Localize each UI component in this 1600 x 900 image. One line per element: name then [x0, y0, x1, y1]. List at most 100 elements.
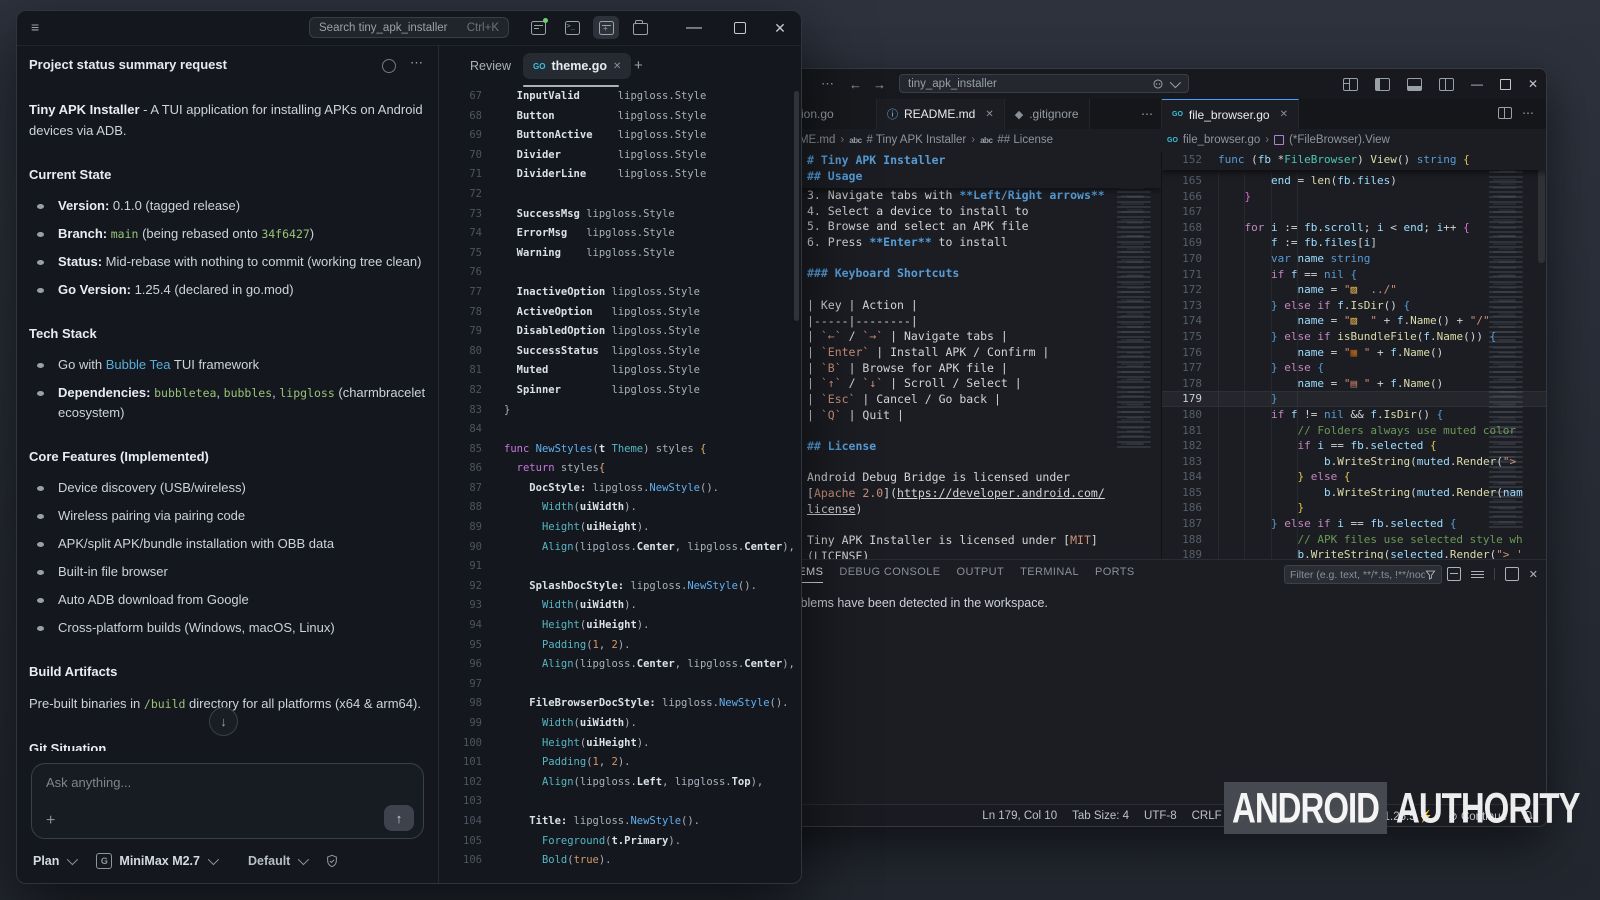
minimize-button[interactable]: —: [1471, 77, 1483, 91]
maximize-button[interactable]: [725, 11, 755, 45]
terminal-icon[interactable]: [559, 16, 585, 39]
tab-close-icon[interactable]: ✕: [985, 109, 993, 120]
tab-file-browser-go[interactable]: GO file_browser.go ✕: [1162, 99, 1299, 129]
chevron-down-icon[interactable]: [1170, 76, 1181, 87]
send-button[interactable]: ↑: [384, 805, 414, 831]
status-spinner-icon: [382, 59, 396, 73]
assistant-window: ≡ Search tiny_apk_installer Ctrl+K — ✕ P…: [16, 10, 802, 884]
close-button[interactable]: ✕: [765, 11, 795, 45]
line-number: 71: [438, 165, 482, 185]
chat-header: Project status summary request ⋯: [17, 45, 438, 83]
search-shortcut: Ctrl+K: [467, 22, 499, 34]
code-line: 78 ActiveOption lipgloss.Style: [438, 303, 801, 323]
right-tab-group: GO file_browser.go ✕: [1161, 99, 1299, 129]
chat-pane: Project status summary request ⋯ Tiny AP…: [17, 45, 439, 883]
readme-line: | `Enter` | Install APK / Confirm |: [807, 345, 1161, 361]
status-item[interactable]: UTF-8: [1144, 810, 1177, 822]
line-number: 152: [1162, 152, 1202, 168]
tab--gitignore[interactable]: ◆.gitignore: [1005, 99, 1090, 129]
status-item[interactable]: CRLF: [1192, 810, 1222, 822]
maximize-panel-icon[interactable]: [1505, 567, 1519, 581]
shield-icon[interactable]: [325, 854, 339, 868]
crumb-separator: ›: [840, 134, 844, 146]
code-line: 74 ErrorMsg lipgloss.Style: [438, 224, 801, 244]
line-number: 80: [438, 342, 482, 362]
minimize-button[interactable]: —: [679, 11, 709, 45]
new-tab-button[interactable]: +: [634, 57, 643, 74]
copilot-icon[interactable]: [1152, 78, 1164, 90]
tab-theme-go[interactable]: GO theme.go ✕: [523, 53, 631, 79]
model-select[interactable]: MiniMax M2.7: [119, 854, 200, 868]
chat-list-item: Status: Mid-rebase with nothing to commi…: [31, 252, 426, 272]
filter-placeholder: Filter (e.g. text, **/*.ts, !**/nod...: [1290, 569, 1425, 581]
line-number: 87: [438, 479, 482, 499]
maximize-button[interactable]: [1500, 79, 1511, 90]
source-control-icon[interactable]: [525, 16, 551, 39]
line-number: 73: [438, 205, 482, 225]
bullet-icon: [37, 570, 44, 575]
search-input[interactable]: Search tiny_apk_installer Ctrl+K: [309, 17, 509, 38]
gofile-minimap[interactable]: [1487, 151, 1529, 531]
chat-menu-icon[interactable]: ⋯: [410, 55, 424, 71]
toggle-sidebar-icon[interactable]: [1375, 78, 1390, 91]
problems-filter-input[interactable]: Filter (e.g. text, **/*.ts, !**/nod...: [1284, 565, 1442, 584]
mode-select[interactable]: Plan: [33, 854, 59, 868]
folder-icon[interactable]: [627, 16, 653, 39]
collapse-all-icon[interactable]: [1471, 571, 1484, 578]
menu-ellipsis-icon[interactable]: ⋯: [821, 76, 834, 92]
chat-footer: Plan G MiniMax M2.7 Default: [33, 849, 424, 873]
line-number: 184: [1162, 469, 1202, 485]
gofile-editor[interactable]: 152func (fb *FileBrowser) View() string …: [1161, 151, 1546, 559]
breadcrumb-right[interactable]: GO file_browser.go › (*FileBrowser).View: [1167, 134, 1390, 146]
hamburger-menu-icon[interactable]: ≡: [31, 19, 39, 35]
readme-line: [807, 517, 1161, 533]
close-panel-icon[interactable]: ✕: [1529, 568, 1538, 581]
panel-tab-ports[interactable]: PORTS: [1095, 566, 1135, 583]
editor-area: # Tiny APK Installer## Usage 3. Navigate…: [749, 151, 1546, 559]
toggle-secondary-sidebar-icon[interactable]: [1439, 78, 1454, 91]
tab-close-icon[interactable]: ✕: [1280, 109, 1288, 120]
toggle-panel-icon[interactable]: [1407, 78, 1422, 91]
forward-icon[interactable]: →: [873, 77, 886, 92]
panel-tab-output[interactable]: OUTPUT: [957, 566, 1005, 583]
panel-tab-terminal[interactable]: TERMINAL: [1020, 566, 1079, 583]
tab-readme-md[interactable]: ⓘREADME.md✕: [877, 99, 1005, 129]
back-icon[interactable]: ←: [849, 77, 862, 92]
chat-input[interactable]: Ask anything... + ↑: [31, 763, 424, 839]
view-as-table-icon[interactable]: [1447, 567, 1461, 581]
assistant-editor-scrollbar[interactable]: [794, 91, 799, 321]
panel-tab-debug-console[interactable]: DEBUG CONSOLE: [839, 566, 940, 583]
editor-actions-icon[interactable]: ⋯: [1522, 106, 1534, 120]
split-editor-icon[interactable]: [1498, 107, 1512, 119]
breadcrumb-item[interactable]: # Tiny APK Installer: [867, 134, 967, 146]
theme-go-content[interactable]: 67 InputValid lipgloss.Style68 Button li…: [438, 87, 801, 883]
breadcrumb-item[interactable]: ## License: [997, 134, 1053, 146]
status-item[interactable]: Tab Size: 4: [1072, 810, 1129, 822]
status-item[interactable]: Ln 179, Col 10: [982, 810, 1057, 822]
tab-overflow-icon[interactable]: ⋯: [1141, 107, 1153, 121]
gofile-sticky-line: 152func (fb *FileBrowser) View() string …: [1162, 151, 1546, 170]
scroll-to-bottom-button[interactable]: ↓: [209, 707, 238, 736]
close-button[interactable]: ✕: [1528, 77, 1538, 91]
bullet-icon: [37, 542, 44, 547]
line-number: 84: [438, 420, 482, 440]
attach-plus-icon[interactable]: +: [46, 812, 55, 830]
readme-editor[interactable]: # Tiny APK Installer## Usage 3. Navigate…: [749, 151, 1161, 559]
line-number: 171: [1162, 267, 1202, 283]
profile-select[interactable]: Default: [248, 854, 290, 868]
line-number: 68: [438, 107, 482, 127]
tab-review[interactable]: Review: [470, 59, 511, 73]
readme-line: 6. Press **Enter** to install: [807, 235, 1161, 251]
chat-heading: Tech Stack: [29, 326, 426, 341]
command-center[interactable]: tiny_apk_installer: [899, 74, 1189, 93]
tab-close-icon[interactable]: ✕: [613, 61, 621, 72]
code-line: 68 Button lipgloss.Style: [438, 107, 801, 127]
line-number: 101: [438, 753, 482, 773]
chat-messages[interactable]: Tiny APK Installer - A TUI application f…: [29, 85, 426, 751]
readme-minimap[interactable]: [1115, 151, 1157, 451]
code-line: 102 Align(lipgloss.Left, lipgloss.Top),: [438, 773, 801, 793]
watermark: ANDROID AUTHORITY: [1224, 782, 1580, 834]
panel-layout-icon[interactable]: [593, 16, 619, 39]
readme-line: 3. Navigate tabs with **Left/Right arrow…: [807, 188, 1161, 204]
customize-layout-icon[interactable]: [1343, 78, 1358, 91]
